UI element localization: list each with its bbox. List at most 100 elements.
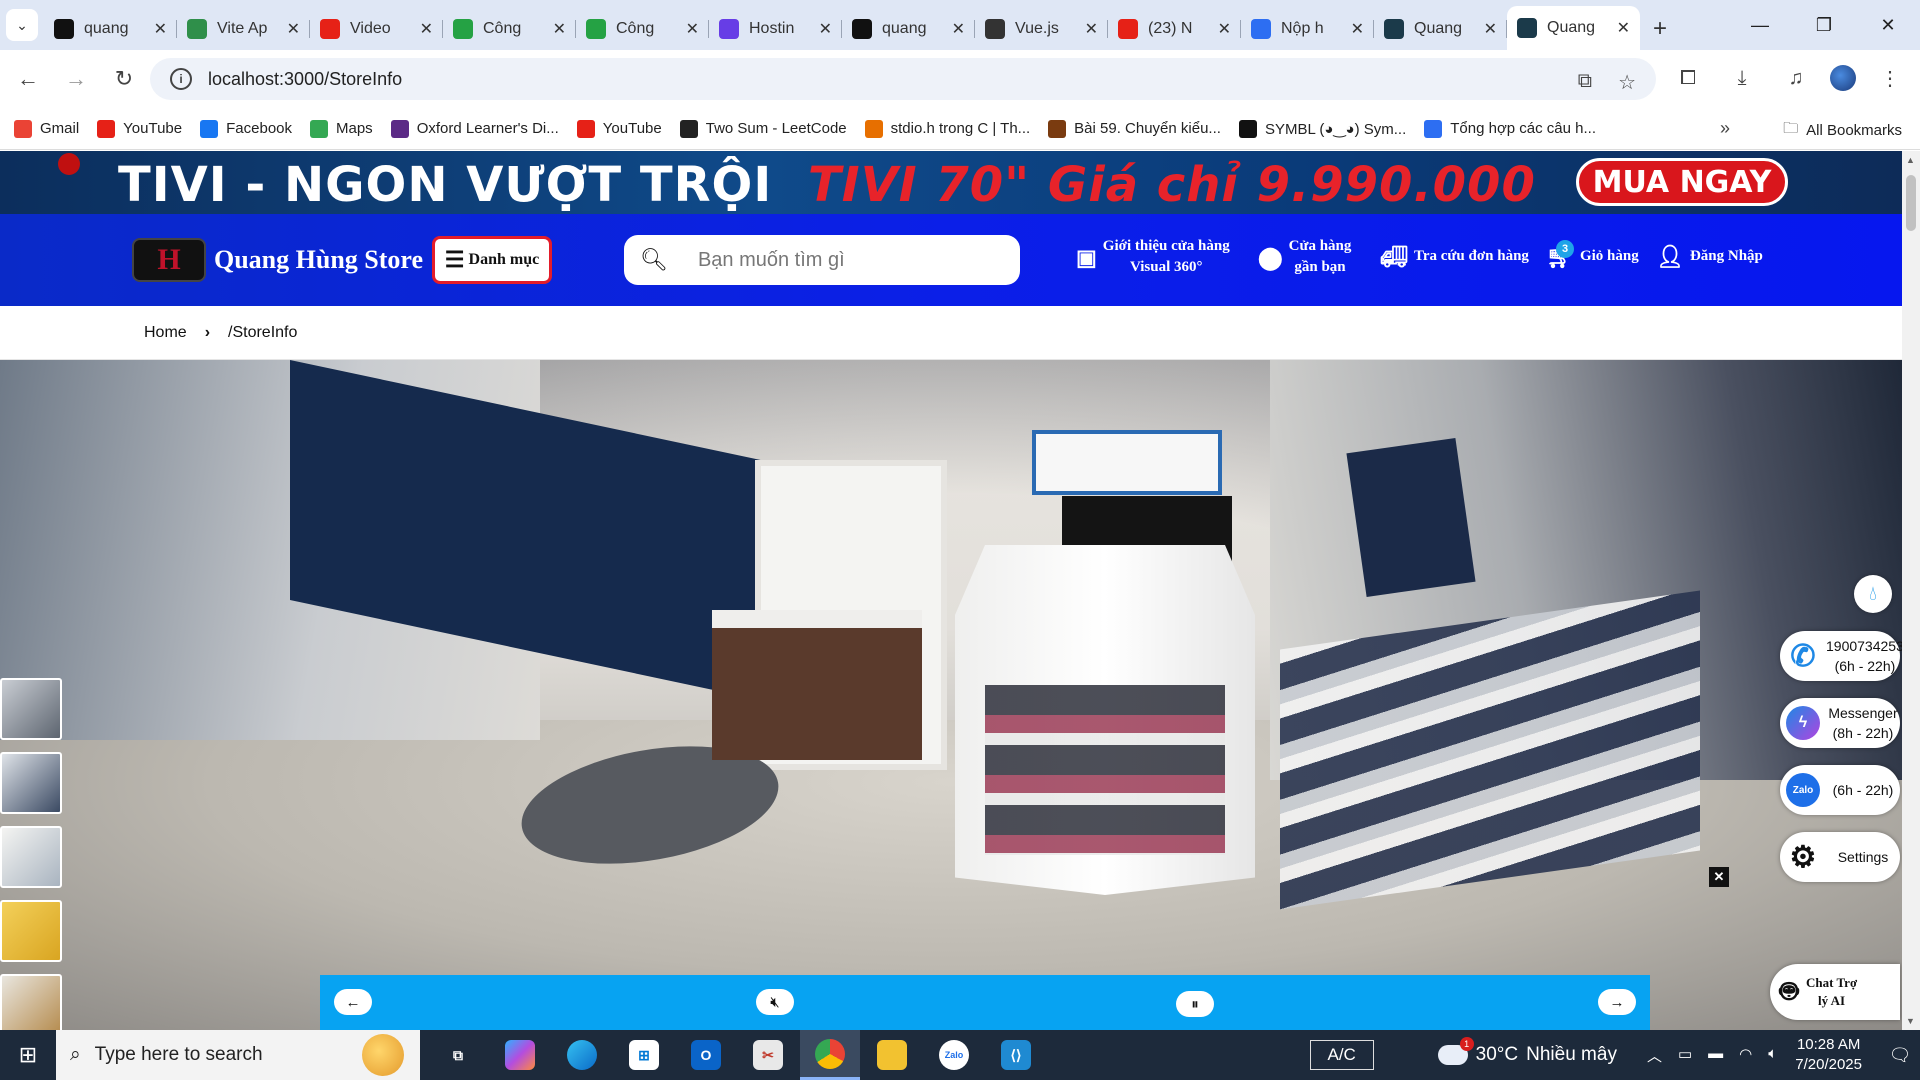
file-explorer-app[interactable]	[862, 1030, 922, 1080]
close-tab-icon[interactable]: ✕	[420, 19, 433, 39]
hotline-button[interactable]: ✆ 1900734253 (6h - 22h)	[1780, 631, 1902, 681]
restore-button[interactable]: ❐	[1792, 0, 1856, 50]
droplet-icon[interactable]: 💧︎	[1854, 575, 1892, 613]
previous-scene-button[interactable]: ←	[334, 989, 372, 1015]
download-icon[interactable]: ⤓	[1722, 58, 1762, 98]
close-tab-icon[interactable]: ✕	[1617, 18, 1630, 38]
reload-button[interactable]: ↻	[104, 59, 144, 99]
chrome-app[interactable]	[800, 1030, 860, 1080]
store-logo[interactable]: H Quang Hùng Store	[132, 238, 423, 282]
scene-thumbnail[interactable]	[0, 900, 62, 962]
forward-button[interactable]: →	[56, 59, 96, 99]
close-tab-icon[interactable]: ✕	[1085, 19, 1098, 39]
minimize-button[interactable]: —	[1728, 0, 1792, 50]
browser-tab[interactable]: Công ✕	[576, 8, 709, 50]
close-tab-icon[interactable]: ✕	[1351, 19, 1364, 39]
promo-banner[interactable]: TIVI - NGON VƯỢT TRỘI TIVI 70" Giá chỉ 9…	[0, 151, 1902, 214]
zalo-app[interactable]: Zalo	[924, 1030, 984, 1080]
media-control-icon[interactable]: ♫	[1776, 58, 1816, 98]
browser-tab[interactable]: quang ✕	[44, 8, 177, 50]
browser-tab[interactable]: Video ✕	[310, 8, 443, 50]
outlook-app[interactable]: O	[676, 1030, 736, 1080]
store-panorama-viewer[interactable]	[0, 360, 1902, 1030]
browser-tab[interactable]: Hostin ✕	[709, 8, 842, 50]
scroll-up-arrow-icon[interactable]: ▲	[1906, 155, 1915, 165]
close-tab-icon[interactable]: ✕	[952, 19, 965, 39]
search-icon[interactable]: 🔍︎	[640, 247, 668, 273]
bookmark-item[interactable]: Oxford Learner's Di...	[390, 119, 559, 138]
chevron-double-right-icon[interactable]: »	[1720, 118, 1730, 139]
edge-app[interactable]	[552, 1030, 612, 1080]
close-window-button[interactable]: ✕	[1856, 0, 1920, 50]
search-input[interactable]	[697, 248, 998, 272]
zalo-button[interactable]: Zalo (6h - 22h)	[1780, 765, 1900, 815]
omnibox[interactable]: i localhost:3000/StoreInfo ⧉ ☆	[150, 58, 1656, 100]
browser-tab[interactable]: quang ✕	[842, 8, 975, 50]
nav-nearby-store[interactable]: ⬤ Cửa hàng gần bạn	[1258, 236, 1351, 278]
browser-tab[interactable]: Nộp h ✕	[1241, 8, 1374, 50]
bookmark-item[interactable]: Gmail	[14, 119, 79, 138]
close-tab-icon[interactable]: ✕	[1484, 19, 1497, 39]
scene-thumbnail[interactable]	[0, 974, 62, 1030]
nav-order-lookup[interactable]: 🚚︎ Tra cứu đơn hàng	[1380, 246, 1529, 268]
menu-kebab-icon[interactable]: ⋮	[1870, 58, 1910, 98]
snipping-app[interactable]: ✂	[738, 1030, 798, 1080]
task-view-button[interactable]: ⧉	[428, 1030, 488, 1080]
site-info-icon[interactable]: i	[170, 68, 192, 90]
copilot-app[interactable]	[490, 1030, 550, 1080]
nav-store-intro[interactable]: ▣ Giới thiệu cửa hàng Visual 360°	[1076, 236, 1230, 278]
notification-icon[interactable]: 🗨︎	[1880, 1045, 1920, 1066]
vscode-app[interactable]: ⟨⟩	[986, 1030, 1046, 1080]
bookmark-item[interactable]: Facebook	[200, 119, 292, 138]
ac-indicator[interactable]: A/C	[1309, 1040, 1374, 1070]
settings-button[interactable]: ⚙ Settings	[1780, 832, 1900, 882]
browser-tab[interactable]: Vite Ap ✕	[177, 8, 310, 50]
bookmark-star-icon[interactable]: ☆	[1618, 70, 1636, 95]
clock[interactable]: 10:28 AM 7/20/2025	[1795, 1035, 1862, 1075]
scene-thumbnail[interactable]	[0, 752, 62, 814]
browser-tab[interactable]: (23) N ✕	[1108, 8, 1241, 50]
bookmark-item[interactable]: Two Sum - LeetCode	[679, 119, 847, 138]
category-menu-button[interactable]: ☰ Danh mục	[432, 236, 552, 284]
tab-search-button[interactable]: ⌄	[0, 0, 44, 50]
weather-widget[interactable]: 1 30°C Nhiều mây	[1437, 1037, 1617, 1066]
page-scrollbar[interactable]: ▲ ▼	[1902, 151, 1920, 1030]
mute-button[interactable]: 🔇︎	[756, 989, 794, 1015]
close-tab-icon[interactable]: ✕	[154, 19, 167, 39]
windows-start-button[interactable]: ⊞	[0, 1030, 56, 1080]
close-tab-icon[interactable]: ✕	[553, 19, 566, 39]
close-icon[interactable]: ✕	[1709, 867, 1729, 887]
battery-icon[interactable]: ▬	[1708, 1045, 1723, 1066]
bookmark-item[interactable]: YouTube	[97, 119, 182, 138]
scrollbar-thumb[interactable]	[1906, 175, 1916, 231]
ai-chat-button[interactable]: 🤖︎ Chat Trợ lý AI	[1770, 964, 1900, 1020]
breadcrumb-home[interactable]: Home	[144, 324, 187, 342]
taskbar-search[interactable]: ⌕ Type here to search	[56, 1030, 420, 1080]
pause-button[interactable]: ⏸︎	[1176, 991, 1214, 1017]
next-scene-button[interactable]: →	[1598, 989, 1636, 1015]
store-app[interactable]: ⊞	[614, 1030, 674, 1080]
volume-icon[interactable]: 🔈︎	[1768, 1045, 1777, 1066]
browser-tab[interactable]: Quang ✕	[1374, 8, 1507, 50]
close-tab-icon[interactable]: ✕	[686, 19, 699, 39]
nav-cart[interactable]: 🛒︎3 Giỏ hàng	[1546, 240, 1639, 268]
new-tab-button[interactable]: +	[1640, 8, 1680, 50]
close-tab-icon[interactable]: ✕	[287, 19, 300, 39]
bookmark-item[interactable]: Bài 59. Chuyển kiểu...	[1048, 119, 1221, 138]
bookmark-item[interactable]: stdio.h trong C | Th...	[864, 119, 1030, 138]
profile-avatar[interactable]	[1830, 65, 1856, 91]
bookmark-item[interactable]: Tổng hợp các câu h...	[1424, 119, 1596, 138]
browser-tab[interactable]: Công ✕	[443, 8, 576, 50]
wifi-icon[interactable]: ◠	[1739, 1045, 1752, 1066]
scene-thumbnail[interactable]	[0, 678, 62, 740]
browser-tab[interactable]: Vue.js ✕	[975, 8, 1108, 50]
close-tab-icon[interactable]: ✕	[819, 19, 832, 39]
scroll-down-arrow-icon[interactable]: ▼	[1906, 1016, 1915, 1026]
all-bookmarks-button[interactable]: 🗀 All Bookmarks	[1783, 118, 1902, 143]
browser-tab[interactable]: Quang ✕	[1507, 6, 1640, 50]
messenger-button[interactable]: ϟ Messenger (8h - 22h)	[1780, 698, 1900, 748]
back-button[interactable]: ←	[8, 59, 48, 99]
translate-icon[interactable]: ⧉	[1578, 70, 1592, 95]
device-icon[interactable]: ▭	[1678, 1045, 1692, 1066]
buy-now-button[interactable]: MUA NGAY	[1576, 158, 1788, 206]
